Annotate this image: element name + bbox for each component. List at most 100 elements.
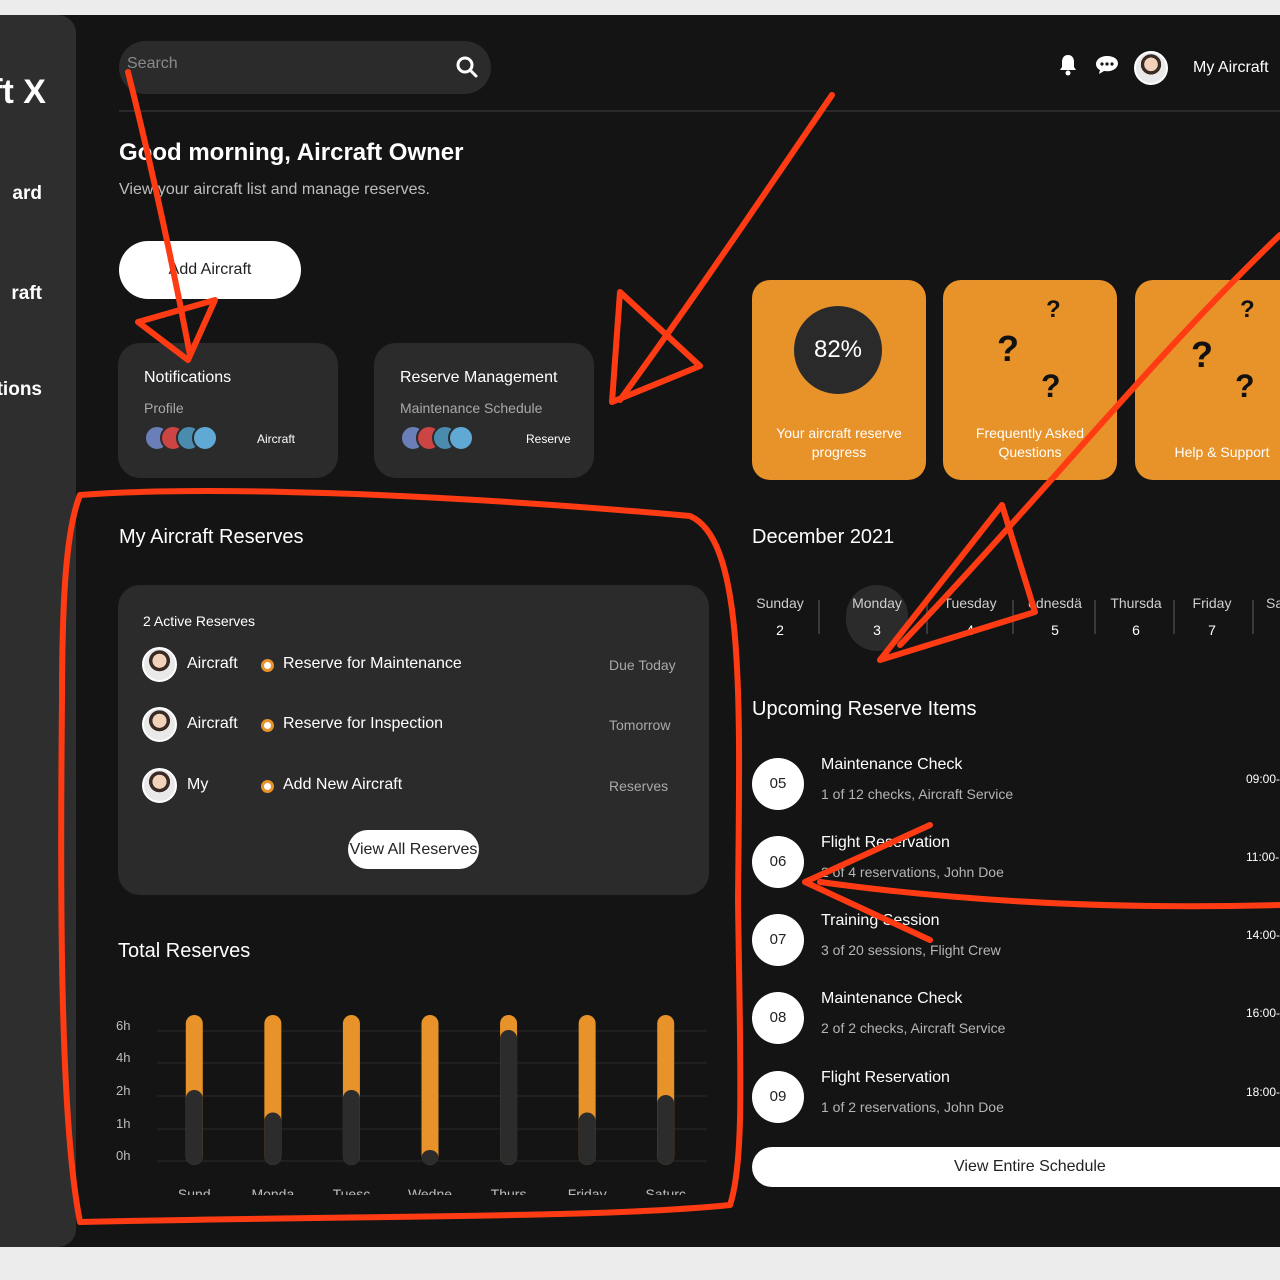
day-name: Monday — [852, 595, 902, 611]
calendar-day[interactable]: Friday 7 — [1186, 595, 1238, 638]
item-time: 16:00- — [1246, 1006, 1280, 1020]
reserve-management-card[interactable]: Reserve Management Maintenance Schedule … — [374, 343, 594, 478]
calendar-day[interactable]: Tuesday 4 — [940, 595, 1000, 638]
sidebar-item-dashboard[interactable]: ard — [0, 183, 42, 205]
y-tick-label: 6h — [116, 1018, 130, 1033]
reserve-progress-tile[interactable]: 82% Your aircraft reserve progress — [752, 280, 926, 480]
status-dot-icon — [261, 659, 274, 672]
x-tick-label: Wedne — [408, 1186, 452, 1195]
avatar — [192, 425, 218, 451]
view-entire-schedule-button[interactable]: View Entire Schedule — [752, 1147, 1280, 1187]
item-number: 05 — [752, 758, 804, 810]
card-tag: Aircraft — [257, 432, 296, 446]
y-tick-label: 2h — [116, 1083, 130, 1098]
x-tick-label: Sund — [178, 1186, 211, 1195]
reserves-panel: 2 Active Reserves Aircraft Reserve for M… — [118, 585, 709, 895]
day-divider — [818, 600, 820, 634]
item-title: Maintenance Check — [821, 990, 963, 1007]
bar-total — [421, 1015, 439, 1165]
question-icon: ? — [1191, 334, 1213, 375]
bar-value — [264, 1112, 282, 1165]
day-name: Tuesday — [943, 595, 997, 611]
tile-label: Frequently Asked Questions — [975, 425, 1085, 460]
day-date: 4 — [966, 622, 974, 638]
item-description: 1 of 2 reservations, John Doe — [821, 1099, 1004, 1115]
avatar — [448, 425, 474, 451]
day-name: Sunday — [756, 595, 804, 611]
calendar-day[interactable]: Thursda 6 — [1108, 595, 1164, 638]
x-tick-label: Friday — [568, 1186, 607, 1195]
reserve-owner: Aircraft — [187, 655, 238, 672]
item-description: 2 of 2 checks, Aircraft Service — [821, 1020, 1006, 1036]
day-divider — [1094, 600, 1096, 634]
day-name: Sa — [1266, 595, 1280, 611]
y-tick-label: 1h — [116, 1116, 130, 1131]
card-subtitle: Maintenance Schedule — [400, 400, 543, 416]
day-divider — [1012, 600, 1014, 634]
search-input[interactable] — [127, 55, 437, 73]
reserve-row[interactable]: Aircraft Reserve for Maintenance Due Tod… — [142, 647, 687, 683]
sidebar-item-aircraft[interactable]: raft — [0, 283, 42, 305]
day-divider — [926, 600, 928, 634]
question-icon: ? — [1240, 296, 1255, 323]
faq-tile[interactable]: ? ? ? Frequently Asked Questions — [943, 280, 1117, 480]
reserve-due: Tomorrow — [609, 717, 671, 733]
help-support-tile[interactable]: ? ? ? Help & Support — [1135, 280, 1280, 480]
schedule-item[interactable]: 07 Training Session 3 of 20 sessions, Fl… — [752, 912, 1280, 968]
card-tag: Reserve — [526, 432, 571, 446]
x-tick-label: Tuesc — [333, 1186, 371, 1195]
item-title: Flight Reservation — [821, 1069, 950, 1086]
question-icon: ? — [1046, 296, 1061, 323]
sidebar: ft X ard raft tions — [0, 15, 76, 1247]
day-date: 5 — [1051, 622, 1059, 638]
x-tick-label: Thurs — [491, 1186, 527, 1195]
reserve-row[interactable]: My Add New Aircraft Reserves — [142, 768, 687, 804]
question-icon: ? — [1235, 368, 1255, 404]
user-avatar[interactable] — [1134, 51, 1168, 85]
item-time: 18:00- — [1246, 1085, 1280, 1099]
add-aircraft-button[interactable]: Add Aircraft — [119, 241, 301, 299]
schedule-item[interactable]: 05 Maintenance Check 1 of 12 checks, Air… — [752, 756, 1280, 812]
item-title: Training Session — [821, 912, 940, 929]
reserve-row[interactable]: Aircraft Reserve for Inspection Tomorrow — [142, 707, 687, 743]
view-all-reserves-button[interactable]: View All Reserves — [348, 830, 479, 869]
total-reserves-chart: 6h 4h 2h 1h 0h Sund Monda Tuesc Wedne Thurs Friday… — [116, 1015, 707, 1195]
bar-value — [342, 1090, 360, 1165]
bar-value — [421, 1150, 439, 1165]
item-number: 08 — [752, 992, 804, 1044]
calendar-day[interactable]: ednesdä 5 — [1026, 595, 1084, 638]
avatar — [142, 768, 177, 803]
sidebar-item-notifications[interactable]: tions — [0, 379, 42, 401]
schedule-item[interactable]: 06 Flight Reservation 2 of 4 reservation… — [752, 834, 1280, 890]
calendar-day-selected[interactable]: Monday 3 — [846, 595, 908, 638]
user-label[interactable]: My Aircraft — [1193, 59, 1269, 77]
bar-value — [657, 1095, 675, 1165]
calendar-day[interactable]: Sunday 2 — [750, 595, 810, 638]
reserve-owner: My — [187, 776, 209, 793]
chat-icon[interactable] — [1094, 53, 1120, 82]
item-time: 14:00- — [1246, 928, 1280, 942]
day-date: 6 — [1132, 622, 1140, 638]
item-number: 09 — [752, 1071, 804, 1123]
item-time: 11:00- — [1246, 850, 1280, 864]
item-description: 3 of 20 sessions, Flight Crew — [821, 942, 1001, 958]
reserve-due: Reserves — [609, 778, 669, 794]
search-icon[interactable] — [455, 55, 479, 84]
bell-icon[interactable] — [1057, 53, 1079, 82]
schedule-item[interactable]: 09 Flight Reservation 1 of 2 reservation… — [752, 1069, 1280, 1125]
bar-value — [185, 1090, 203, 1165]
reserve-title: Reserve for Maintenance — [283, 655, 462, 672]
card-subtitle: Profile — [144, 400, 184, 416]
total-reserves-title: Total Reserves — [118, 940, 251, 962]
app-window: ft X ard raft tions My Aircraft Good mor… — [0, 15, 1280, 1247]
day-date: 7 — [1208, 622, 1216, 638]
x-tick-label: Saturc — [645, 1186, 685, 1195]
schedule-item[interactable]: 08 Maintenance Check 2 of 2 checks, Airc… — [752, 990, 1280, 1046]
notifications-card[interactable]: Notifications Profile Aircraft — [118, 343, 338, 478]
question-icon: ? — [997, 328, 1019, 369]
calendar-day[interactable]: Sa — [1266, 595, 1280, 622]
y-tick-label: 4h — [116, 1050, 130, 1065]
status-dot-icon — [261, 780, 274, 793]
day-date: 2 — [776, 622, 784, 638]
greeting-subtitle: View your aircraft list and manage reser… — [119, 181, 430, 198]
